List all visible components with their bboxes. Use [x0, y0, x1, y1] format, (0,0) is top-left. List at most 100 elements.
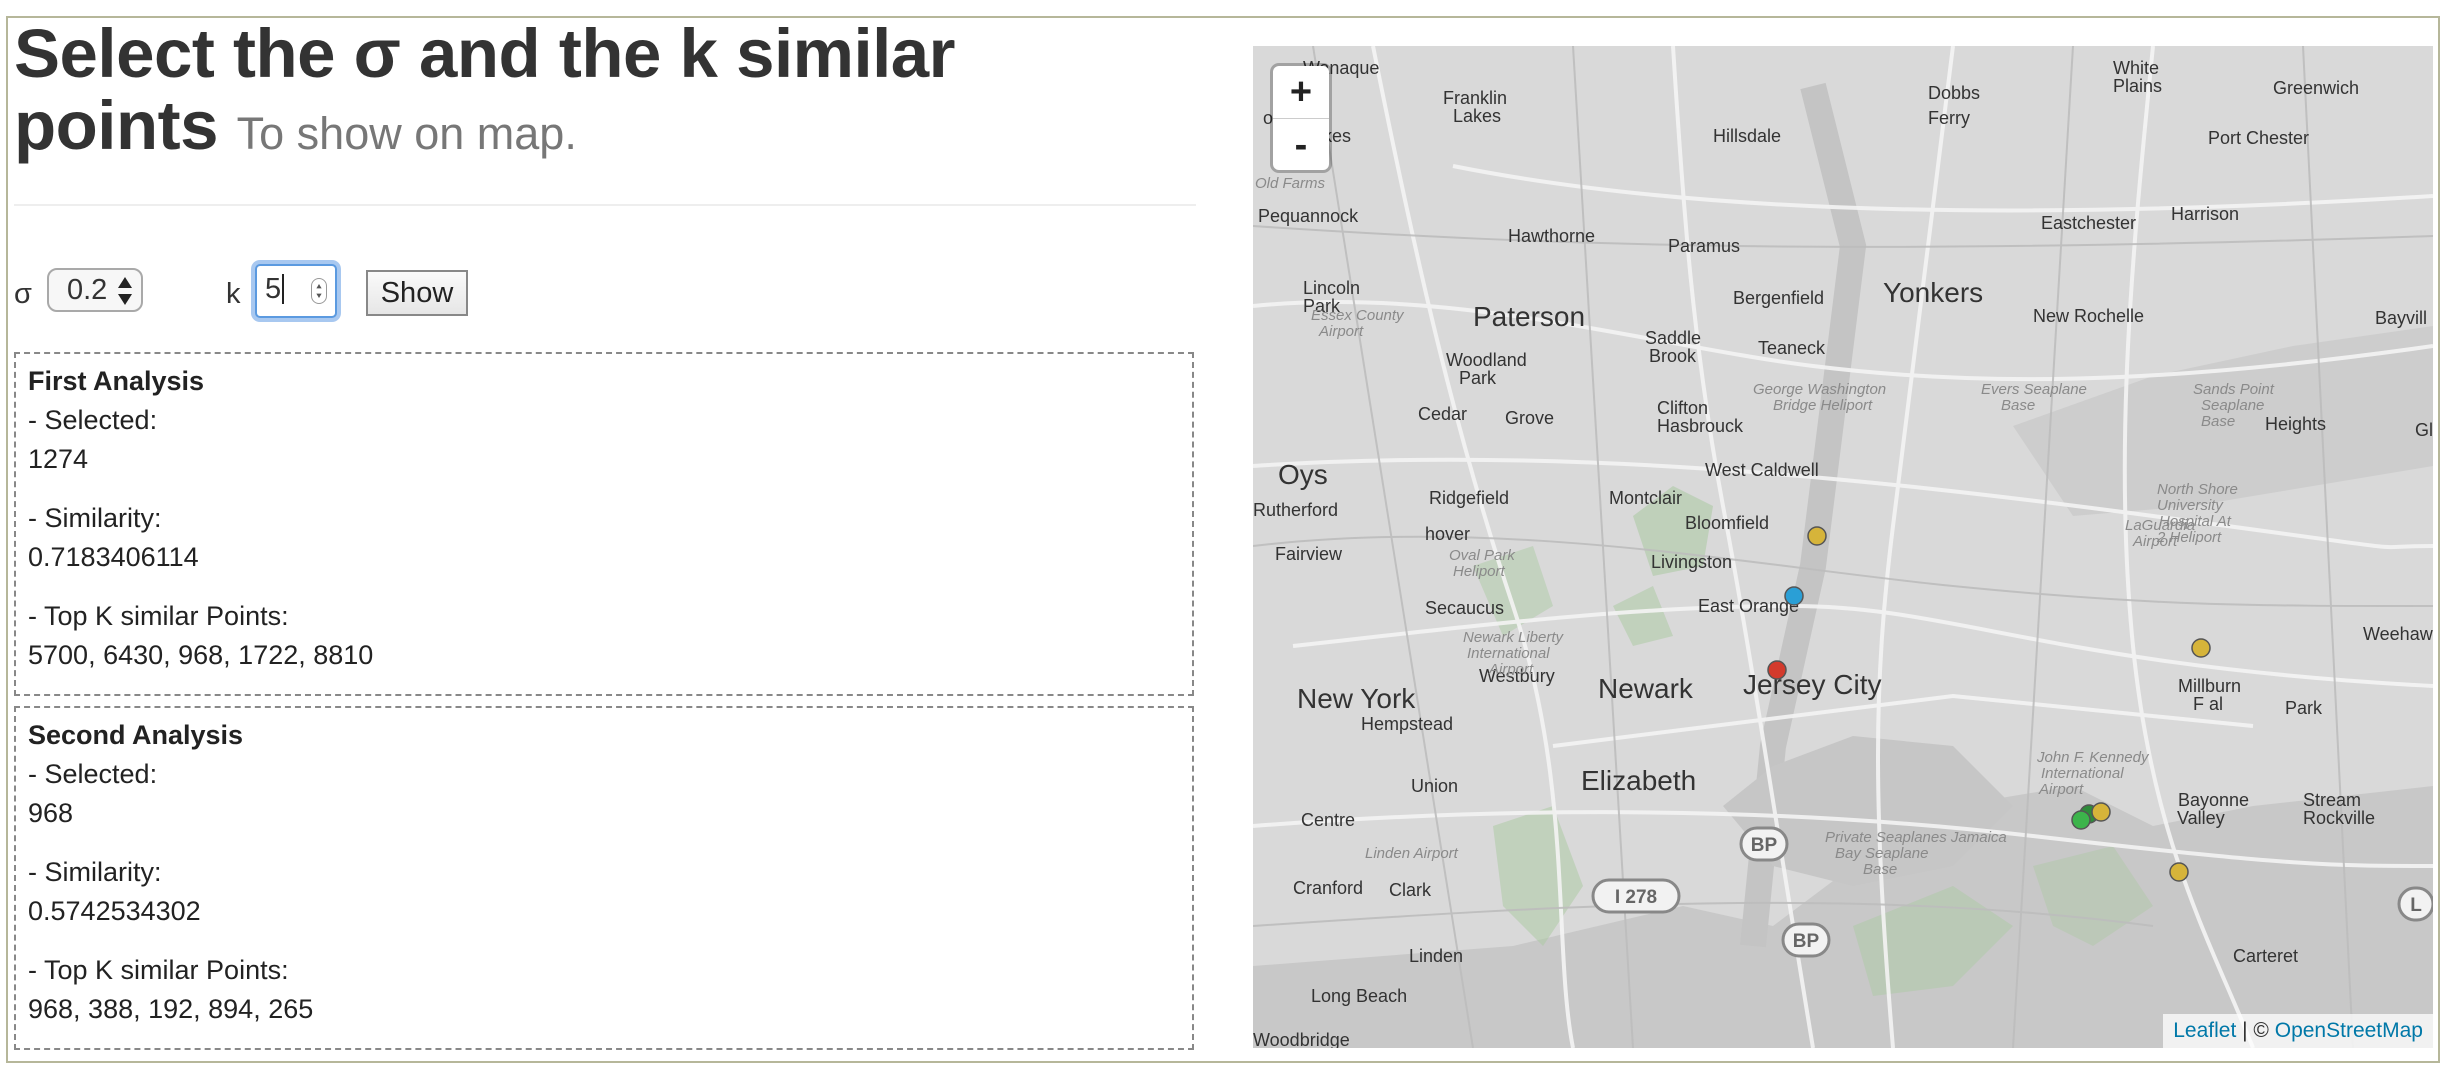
openstreetmap-link[interactable]: OpenStreetMap	[2275, 1019, 2423, 1042]
map-marker[interactable]	[2191, 638, 2211, 658]
map-poi-label: Airport	[1488, 661, 1534, 678]
map-place-label: Cedar	[1418, 404, 1467, 424]
map-poi-label: Sands Point	[2193, 381, 2275, 398]
zoom-in-button[interactable]: +	[1273, 66, 1329, 118]
selected-value: 968	[28, 798, 74, 828]
map-marker[interactable]	[1784, 586, 1804, 606]
map-poi-label: Newark Liberty	[1463, 629, 1565, 646]
map-poi-label: Linden Airport	[1365, 845, 1459, 862]
map-poi-label: George Washington	[1753, 381, 1886, 398]
sigma-select[interactable]: 0.2	[47, 268, 143, 312]
zoom-out-button[interactable]: -	[1273, 118, 1329, 171]
map-place-label: Hempstead	[1361, 714, 1453, 734]
map-place-label: Clark	[1389, 880, 1432, 900]
map-poi-label: Oval Park	[1449, 547, 1516, 564]
map-place-label: White	[2113, 58, 2159, 78]
map-poi-label: International	[2041, 765, 2124, 782]
map-marker[interactable]	[1807, 526, 1827, 546]
map-place-label: Hasbrouck	[1657, 416, 1744, 436]
select-arrows-icon	[118, 277, 132, 305]
map-place-label: Bloomfield	[1685, 513, 1769, 533]
map-place-label: Paramus	[1668, 236, 1740, 256]
map-poi-label: John F. Kennedy	[2036, 749, 2150, 766]
map-place-label: Bayonne	[2178, 790, 2249, 810]
map-place-label: Dobbs	[1928, 83, 1980, 103]
map-poi-label: Base	[2001, 397, 2035, 414]
second-analysis-panel: Second Analysis - Selected: 968 - Simila…	[14, 706, 1194, 1050]
map-place-label: Long Beach	[1311, 986, 1407, 1006]
page-subtitle: To show on map.	[236, 108, 577, 159]
map-place-label: Plains	[2113, 76, 2162, 96]
map-place-label: Greenwich	[2273, 78, 2359, 98]
map-place-label: Stream	[2303, 790, 2361, 810]
controls-row: σ 0.2 k 5 Show	[14, 264, 1196, 320]
leaflet-link[interactable]: Leaflet	[2173, 1019, 2236, 1042]
route-shield-icon: I 278	[1591, 878, 1681, 914]
map-marker[interactable]	[2091, 802, 2111, 822]
k-label: k	[226, 278, 241, 310]
map-place-label: Bergenfield	[1733, 288, 1824, 308]
map-place-label: Fairview	[1275, 544, 1343, 564]
map-poi-label: Heliport	[1453, 563, 1506, 580]
map-marker[interactable]	[2071, 810, 2091, 830]
map-tiles: WanaqueFranklinLakesomptonLakesHillsdale…	[1253, 46, 2433, 1048]
map-place-label: Woodbridge	[1253, 1030, 1350, 1048]
map-place-label: Yonkers	[1883, 277, 1983, 308]
map-marker[interactable]	[1767, 660, 1787, 680]
selected-label: - Selected:	[28, 405, 158, 435]
map-place-label: Ridgefield	[1429, 488, 1509, 508]
spinner-icon[interactable]	[311, 278, 327, 304]
map-poi-label: LaGuardia	[2125, 517, 2195, 534]
map-attribution: Leaflet | © OpenStreetMap	[2163, 1014, 2433, 1048]
map-poi-label: Base	[2201, 413, 2235, 430]
map-place-label: New Rochelle	[2033, 306, 2144, 326]
map-place-label: East Orange	[1698, 596, 1799, 616]
topk-value: 968, 388, 192, 894, 265	[28, 994, 314, 1024]
map-place-label: Brook	[1649, 346, 1697, 366]
similarity-label: - Similarity:	[28, 503, 162, 533]
map-poi-label: Private Seaplanes Jamaica	[1825, 829, 2007, 846]
map-place-label: Secaucus	[1425, 598, 1504, 618]
map-poi-label: Seaplane	[2201, 397, 2264, 414]
map-place-label: Park	[1459, 368, 1497, 388]
map-place-label: Park	[2285, 698, 2323, 718]
k-input[interactable]: 5	[255, 264, 337, 318]
map-poi-label: International	[1467, 645, 1550, 662]
sigma-value: 0.2	[67, 274, 108, 306]
map-place-label: Cranford	[1293, 878, 1363, 898]
map-view[interactable]: WanaqueFranklinLakesomptonLakesHillsdale…	[1253, 46, 2433, 1048]
topk-label: - Top K similar Points:	[28, 601, 289, 631]
map-place-label: New York	[1297, 683, 1416, 714]
k-value: 5	[265, 273, 282, 305]
svg-text:BP: BP	[1793, 931, 1820, 952]
title-line-1: Select the σ and the k similar	[14, 15, 956, 92]
map-place-label: Weehawken	[2363, 624, 2433, 644]
control-column: Select the σ and the k similar points To…	[14, 15, 1196, 1050]
sigma-label: σ	[14, 278, 32, 310]
analysis-heading: First Analysis	[28, 366, 205, 396]
map-place-label: Ferry	[1928, 108, 1970, 128]
map-place-label: Grove	[1505, 408, 1554, 428]
zoom-control: + -	[1273, 66, 1329, 170]
topk-label: - Top K similar Points:	[28, 955, 289, 985]
map-poi-label: Airport	[2038, 781, 2084, 798]
map-place-label: Paterson	[1473, 301, 1585, 332]
map-place-label: Oys	[1278, 459, 1328, 490]
route-shield-icon: BP	[1739, 826, 1789, 862]
map-place-label: Bayvill	[2375, 308, 2427, 328]
map-place-label: Franklin	[1443, 88, 1507, 108]
topk-value: 5700, 6430, 968, 1722, 8810	[28, 640, 374, 670]
map-poi-label: Base	[1863, 861, 1897, 878]
map-place-label: Rockville	[2303, 808, 2375, 828]
show-button[interactable]: Show	[366, 270, 468, 316]
map-place-label: Valley	[2177, 808, 2225, 828]
selected-label: - Selected:	[28, 759, 158, 789]
map-marker[interactable]	[2169, 862, 2189, 882]
map-poi-label: Old Farms	[1255, 175, 1326, 192]
map-place-label: Livingston	[1651, 552, 1732, 572]
similarity-value: 0.5742534302	[28, 896, 201, 926]
map-poi-label: Essex County	[1311, 307, 1405, 324]
map-place-label: Centre	[1301, 810, 1355, 830]
map-place-label: Jersey City	[1743, 669, 1881, 700]
map-place-label: Hillsdale	[1713, 126, 1781, 146]
